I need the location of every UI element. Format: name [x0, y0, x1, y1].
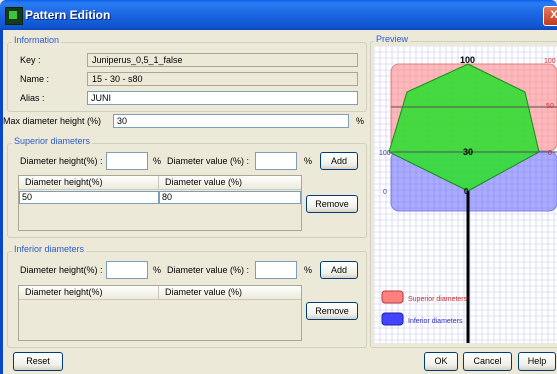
- inferior-height-label: Diameter height(%) :: [20, 265, 103, 275]
- superior-value-label: Diameter value (%) :: [167, 156, 250, 166]
- inferior-height-input[interactable]: [106, 261, 148, 279]
- name-field[interactable]: 15 - 30 - s80: [87, 72, 358, 86]
- superior-value-input[interactable]: [255, 152, 297, 170]
- inferior-value-label: Diameter value (%) :: [167, 265, 250, 275]
- superior-table: Diameter height(%) Diameter value (%) 50…: [18, 175, 302, 231]
- inferior-value-unit: %: [304, 265, 313, 275]
- superior-col-height[interactable]: Diameter height(%): [19, 176, 159, 190]
- max-diameter-label: Max diameter height (%): [3, 116, 102, 126]
- superior-height-label: Diameter height(%) :: [20, 156, 103, 166]
- inferior-remove-button[interactable]: Remove: [306, 302, 358, 320]
- superior-height-input[interactable]: [106, 152, 148, 170]
- superior-legend-swatch: [381, 290, 404, 304]
- row-value-cell[interactable]: 80: [159, 191, 301, 204]
- close-button[interactable]: X: [543, 6, 557, 26]
- inferior-add-button[interactable]: Add: [320, 261, 358, 279]
- cancel-button[interactable]: Cancel: [463, 352, 512, 371]
- label-bottom-left: 0: [383, 189, 387, 196]
- superior-remove-button[interactable]: Remove: [306, 195, 358, 213]
- name-label: Name :: [20, 74, 50, 84]
- label-left: 100: [379, 150, 391, 157]
- alias-field[interactable]: JUNI: [87, 91, 358, 105]
- window-title: Pattern Edition: [25, 8, 111, 22]
- inferior-height-unit: %: [153, 265, 162, 275]
- max-diameter-field[interactable]: 30: [113, 114, 349, 128]
- alias-label: Alias :: [20, 93, 45, 103]
- preview-legend: Preview: [374, 34, 411, 44]
- superior-legend: Superior diameters: [12, 136, 93, 146]
- label-center: 30: [463, 147, 473, 157]
- superior-value-unit: %: [304, 156, 313, 166]
- app-icon: [5, 7, 23, 25]
- reset-button[interactable]: Reset: [13, 352, 63, 371]
- superior-legend-text: Superior diameters: [408, 296, 468, 303]
- information-legend: Information: [12, 35, 62, 45]
- row-height-cell[interactable]: 50: [19, 191, 159, 204]
- inferior-legend-text: Inferior diameters: [408, 318, 463, 325]
- key-field[interactable]: Juniperus_0,5_1_false: [87, 53, 358, 67]
- label-bottom-center: 0: [464, 187, 469, 196]
- inferior-legend: Inferior diameters: [12, 244, 87, 254]
- label-top-right: 100: [544, 58, 556, 65]
- help-button[interactable]: Help: [518, 352, 556, 371]
- inferior-col-height[interactable]: Diameter height(%): [19, 286, 159, 300]
- inferior-value-input[interactable]: [255, 261, 297, 279]
- label-mid-right: 50: [546, 103, 554, 110]
- key-label: Key :: [20, 55, 41, 65]
- window-frame-left: [0, 30, 3, 374]
- superior-col-value[interactable]: Diameter value (%): [159, 176, 301, 190]
- label-right: 0: [548, 150, 552, 157]
- max-diameter-unit: %: [356, 116, 365, 126]
- preview-drawing: 100 100 50 100 30 0 0 0 Superior diamete…: [374, 46, 557, 343]
- label-top: 100: [460, 55, 475, 65]
- inferior-legend-swatch: [381, 312, 404, 326]
- superior-add-button[interactable]: Add: [320, 152, 358, 170]
- inferior-table: Diameter height(%) Diameter value (%): [18, 285, 302, 341]
- ok-button[interactable]: OK: [424, 352, 458, 371]
- superior-height-unit: %: [153, 156, 162, 166]
- table-row[interactable]: 50 80: [19, 191, 303, 204]
- inferior-col-value[interactable]: Diameter value (%): [159, 286, 301, 300]
- preview-canvas[interactable]: 100 100 50 100 30 0 0 0 Superior diamete…: [374, 46, 557, 343]
